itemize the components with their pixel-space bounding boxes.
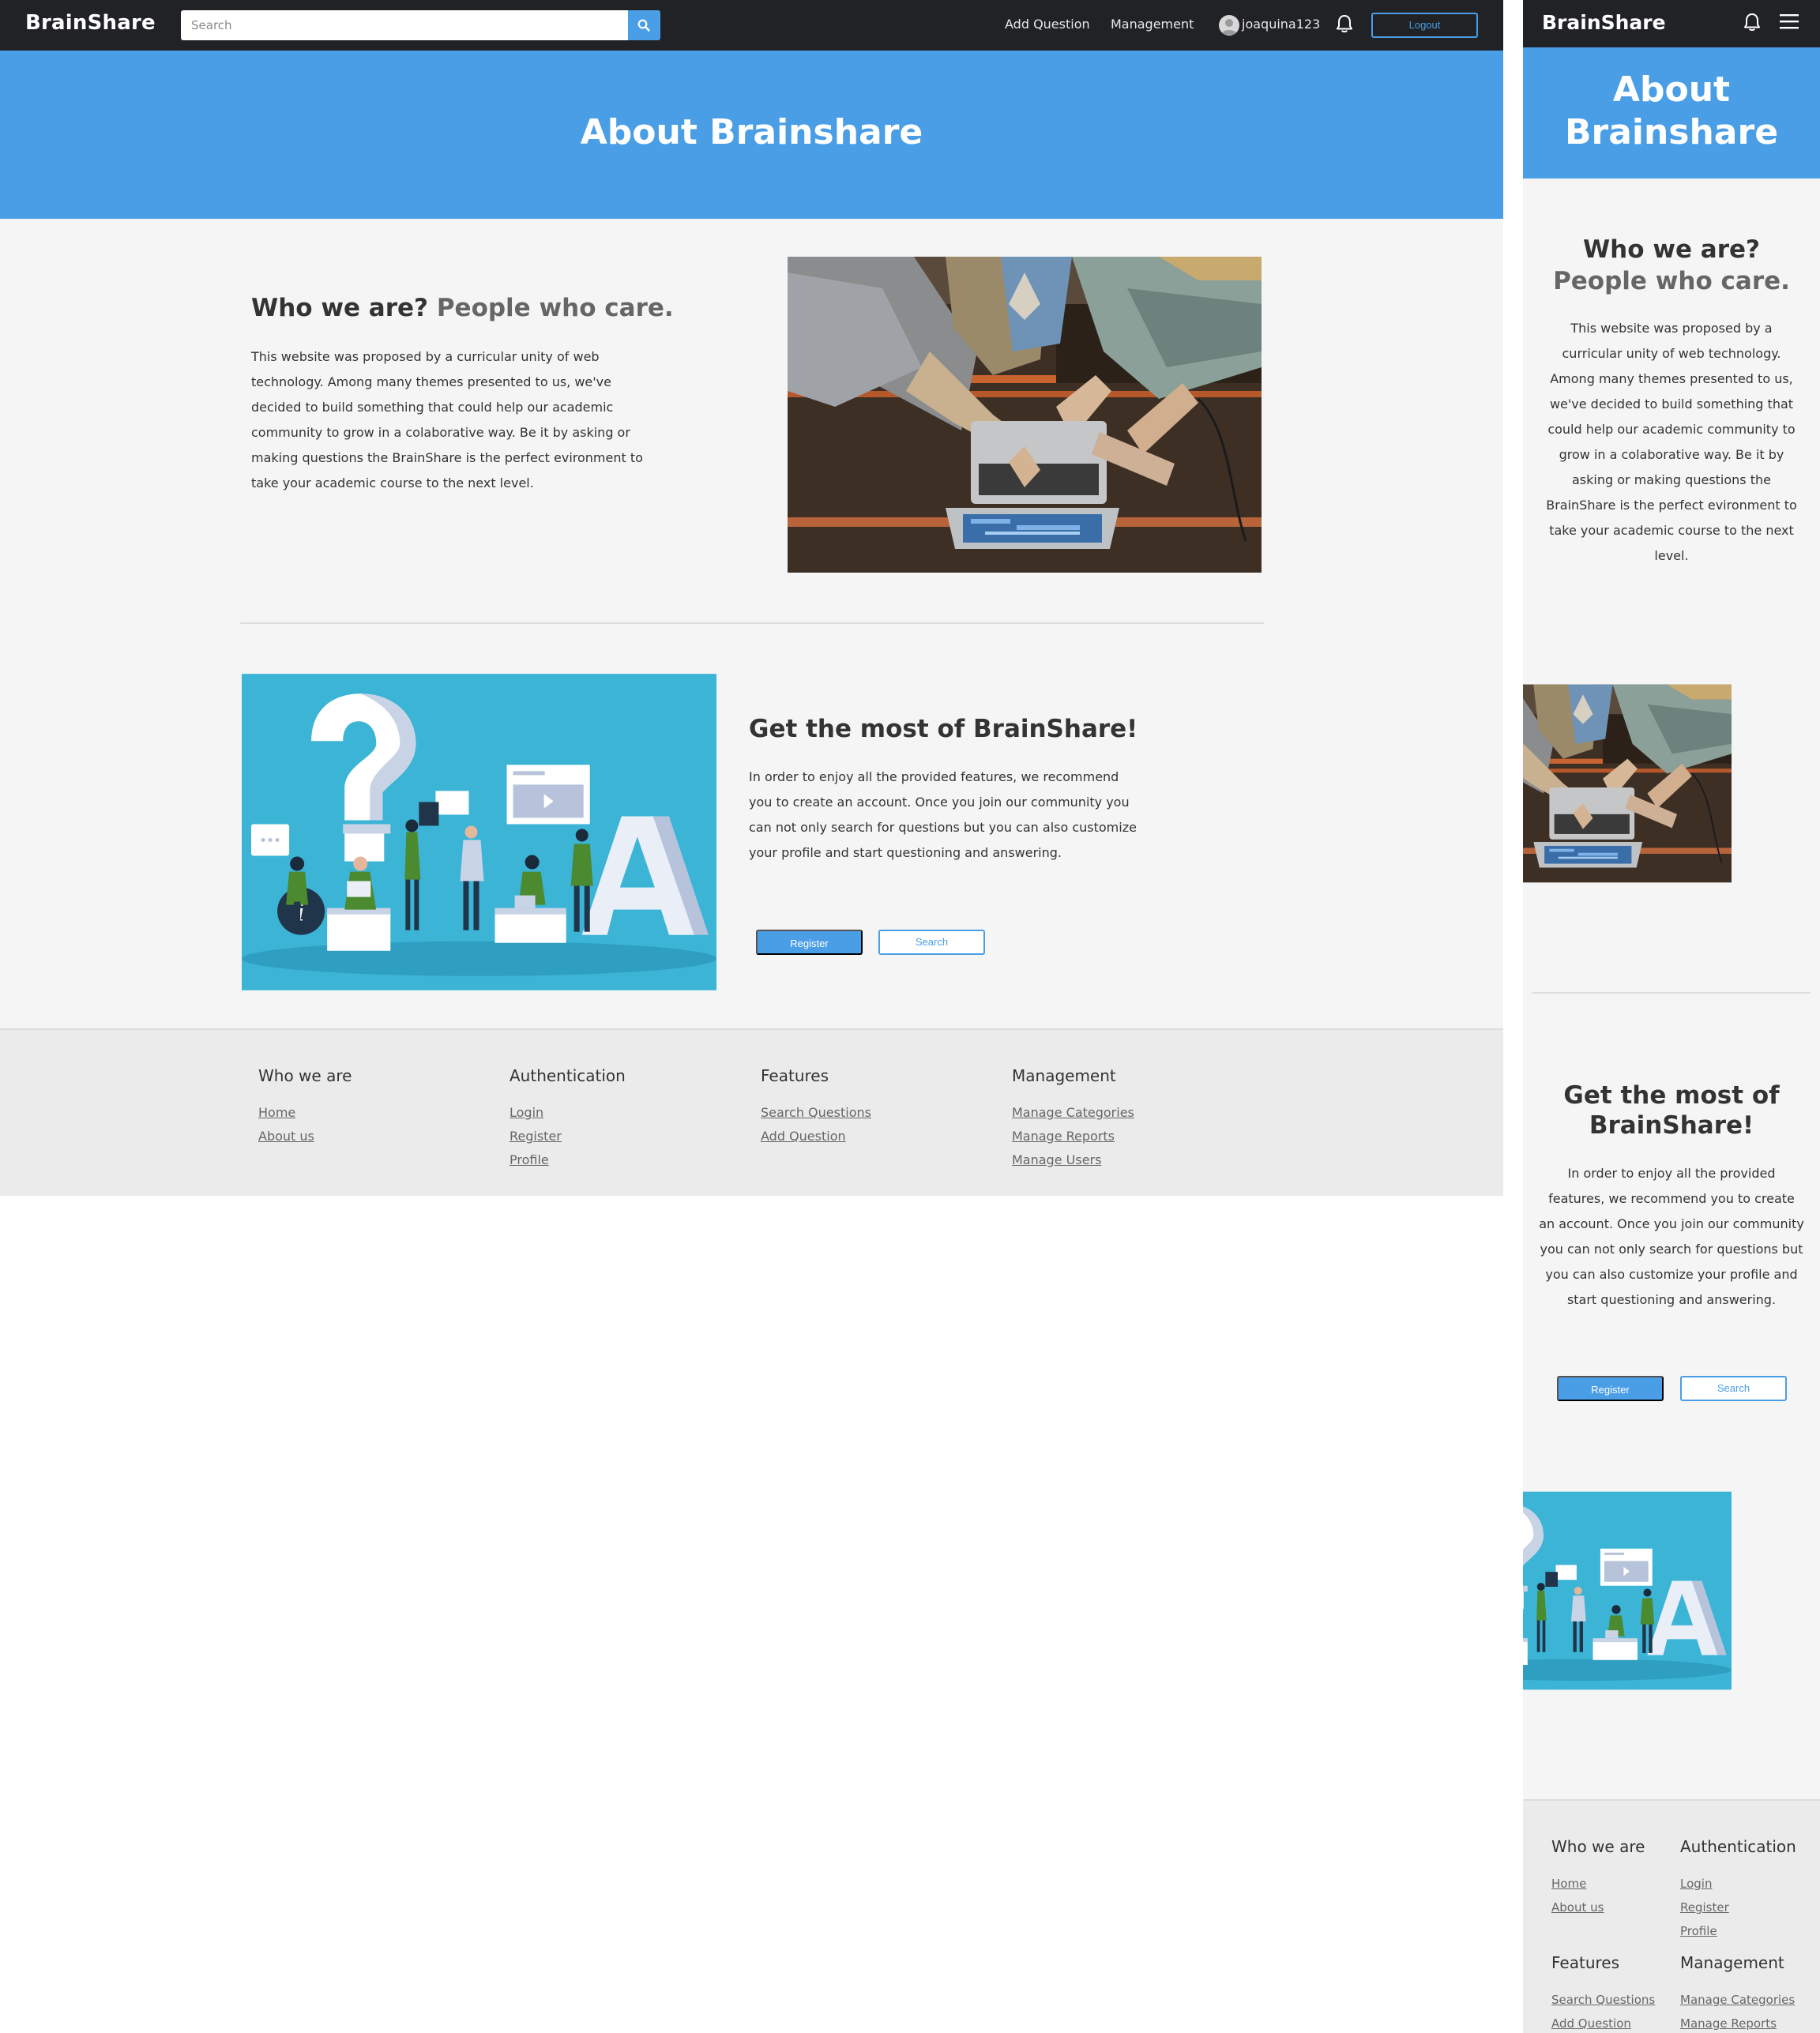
register-button[interactable]: Register [756, 930, 863, 955]
mobile-navbar: BrainShare [1523, 0, 1820, 47]
search-icon [637, 19, 650, 32]
footer-link-login[interactable]: Login [510, 1101, 626, 1125]
username-link[interactable]: joaquina123 [1242, 17, 1320, 32]
bell-icon[interactable] [1743, 12, 1761, 36]
footer-link-home[interactable]: Home [258, 1101, 352, 1125]
footer-heading: Management [1680, 1953, 1784, 1972]
hero-banner: About Brainshare [0, 51, 1503, 219]
bell-icon[interactable] [1336, 13, 1353, 37]
nav-add-question-link[interactable]: Add Question [1005, 17, 1090, 32]
search-button[interactable] [628, 10, 660, 40]
get-the-most-heading: Get the most of BrainShare! [749, 715, 1138, 743]
logout-button[interactable]: Logout [1371, 13, 1478, 38]
footer-column-features: Features Search Questions Add Question [1551, 1953, 1678, 2033]
hero-banner: About Brainshare [1523, 47, 1820, 178]
register-button[interactable]: Register [1557, 1376, 1664, 1401]
footer-heading: Who we are [1551, 1837, 1645, 1856]
navbar: BrainShare Add Question Management joaqu… [0, 0, 1503, 51]
footer-link-profile[interactable]: Profile [1680, 1919, 1807, 1943]
page-title: About Brainshare [580, 112, 923, 152]
footer-link-search-questions[interactable]: Search Questions [1551, 1988, 1678, 2012]
footer-link-add-question[interactable]: Add Question [761, 1125, 871, 1148]
footer-heading: Who we are [258, 1066, 352, 1085]
footer-column-who-we-are: Who we are Home About us [1551, 1837, 1678, 1919]
students-laptop-photo [788, 257, 1262, 573]
avatar-icon[interactable] [1219, 15, 1239, 36]
footer-heading: Authentication [510, 1066, 626, 1085]
footer-link-login[interactable]: Login [1680, 1872, 1807, 1896]
who-we-are-title: Who we are? [1582, 235, 1761, 264]
footer-link-manage-reports[interactable]: Manage Reports [1012, 1125, 1134, 1148]
who-we-are-accent: People who care. [436, 294, 674, 322]
footer-link-manage-users[interactable]: Manage Users [1012, 1148, 1134, 1172]
footer-heading: Features [761, 1066, 829, 1085]
footer-column-authentication: Authentication Login Register Profile [1680, 1837, 1807, 1943]
get-the-most-heading: Get the most of BrainShare! [1563, 1081, 1780, 1140]
footer-column-who-we-are: Who we are Home About us [258, 1066, 352, 1148]
who-we-are-text: This website was proposed by a curricula… [1546, 321, 1797, 563]
footer: Who we are Home About us Authentication … [1523, 1799, 1820, 2033]
footer-heading: Management [1012, 1066, 1116, 1085]
community-illustration [1523, 1433, 1820, 1749]
mobile-view: BrainShare About Brainshare Who we are? … [1523, 0, 1820, 2033]
section-divider [1532, 992, 1811, 994]
section-divider [240, 622, 1264, 624]
search-questions-button[interactable]: Search [1680, 1376, 1787, 1401]
desktop-view: BrainShare Add Question Management joaqu… [0, 0, 1503, 1196]
footer-link-register[interactable]: Register [510, 1125, 626, 1148]
who-we-are-accent: People who care. [1553, 267, 1790, 295]
get-the-most-text: In order to enjoy all the provided featu… [1539, 1166, 1804, 1307]
nav-management-link[interactable]: Management [1111, 17, 1194, 32]
footer-link-add-question[interactable]: Add Question [1551, 2012, 1678, 2033]
search-questions-button[interactable]: Search [878, 930, 985, 955]
who-we-are-text: This website was proposed by a curricula… [251, 349, 643, 490]
who-we-are-heading: Who we are? People who care. [1539, 234, 1804, 297]
footer-link-manage-reports[interactable]: Manage Reports [1680, 2012, 1807, 2033]
footer-link-home[interactable]: Home [1551, 1872, 1678, 1896]
footer-column-management: Management Manage Categories Manage Repo… [1012, 1066, 1134, 1172]
page-title: About Brainshare [1564, 70, 1779, 152]
search-input[interactable] [181, 10, 628, 40]
footer-link-manage-categories[interactable]: Manage Categories [1012, 1101, 1134, 1125]
footer-column-authentication: Authentication Login Register Profile [510, 1066, 626, 1172]
footer-link-about-us[interactable]: About us [1551, 1896, 1678, 1919]
students-laptop-photo [1523, 626, 1820, 941]
footer-link-register[interactable]: Register [1680, 1896, 1807, 1919]
who-we-are-title: Who we are? [251, 294, 429, 322]
footer-link-manage-categories[interactable]: Manage Categories [1680, 1988, 1807, 2012]
footer-column-features: Features Search Questions Add Question [761, 1066, 871, 1148]
footer-heading: Features [1551, 1953, 1619, 1972]
get-the-most-text: In order to enjoy all the provided featu… [749, 769, 1137, 860]
hamburger-menu-icon[interactable] [1779, 13, 1799, 33]
community-illustration [242, 674, 716, 990]
footer-link-search-questions[interactable]: Search Questions [761, 1101, 871, 1125]
brand-logo[interactable]: BrainShare [1542, 11, 1666, 34]
footer-link-profile[interactable]: Profile [510, 1148, 626, 1172]
footer: Who we are Home About us Authentication … [0, 1028, 1503, 1196]
who-we-are-heading: Who we are? People who care. [251, 294, 674, 322]
brand-logo[interactable]: BrainShare [25, 11, 156, 35]
footer-link-about-us[interactable]: About us [258, 1125, 352, 1148]
footer-column-management: Management Manage Categories Manage Repo… [1680, 1953, 1807, 2033]
footer-heading: Authentication [1680, 1837, 1796, 1856]
